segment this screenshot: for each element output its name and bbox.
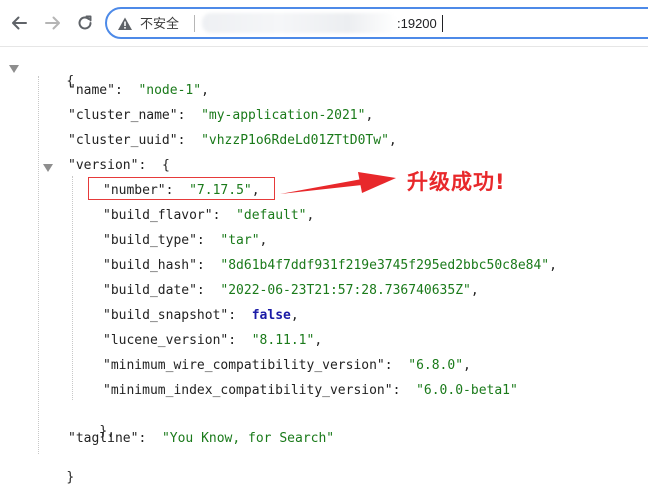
red-arrow-icon (280, 172, 396, 194)
json-line-version-close: }, (99, 424, 115, 439)
redacted-host (202, 13, 397, 33)
upgrade-success-annotation: 升级成功! (407, 170, 506, 194)
json-line-min-wire: "minimum_wire_compatibility_version": "6… (103, 358, 471, 373)
url-port[interactable]: :19200 (397, 15, 437, 33)
address-bar[interactable]: 不安全 :19200 (105, 7, 648, 39)
reload-button[interactable] (70, 8, 100, 38)
warning-triangle-icon[interactable] (117, 16, 133, 32)
json-line-build-date: "build_date": "2022-06-23T21:57:28.73674… (103, 283, 479, 298)
json-line-build-snapshot: "build_snapshot": false, (103, 308, 299, 323)
highlight-box-number (88, 177, 275, 200)
text-caret (442, 15, 443, 32)
indent-guide-version (72, 176, 73, 400)
json-line-lucene-version: "lucene_version": "8.11.1", (103, 333, 323, 348)
arrow-left-icon (12, 16, 27, 30)
indent-guide-root (38, 76, 39, 454)
json-line-build-type: "build_type": "tar", (103, 233, 268, 248)
browser-toolbar: 不安全 :19200 (0, 0, 648, 47)
json-line-build-flavor: "build_flavor": "default", (103, 208, 315, 223)
json-close-brace: } (66, 470, 75, 485)
collapse-root-toggle[interactable] (9, 65, 19, 73)
json-viewer: { "name": "node-1", "cluster_name": "my-… (0, 46, 648, 490)
json-line-cluster-name: "cluster_name": "my-application-2021", (68, 108, 374, 123)
json-line-cluster-uuid: "cluster_uuid": "vhzzP1o6RdeLd01ZTtD0Tw"… (68, 133, 397, 148)
reload-icon (78, 15, 92, 30)
json-line-build-hash: "build_hash": "8d61b4f7ddf931f219e3745f2… (103, 258, 557, 273)
back-button[interactable] (4, 8, 34, 38)
json-line-version: "version": { (68, 158, 170, 173)
arrow-right-icon (45, 16, 60, 30)
json-line-tagline: "tagline": "You Know, for Search" (68, 431, 335, 446)
json-open-brace: { (66, 74, 75, 89)
json-line-name: "name": "node-1", (68, 83, 209, 98)
collapse-version-toggle[interactable] (43, 164, 53, 172)
security-label[interactable]: 不安全 (140, 15, 179, 33)
forward-button[interactable] (38, 8, 68, 38)
divider (194, 15, 195, 32)
json-line-min-index: "minimum_index_compatibility_version": "… (103, 383, 518, 398)
